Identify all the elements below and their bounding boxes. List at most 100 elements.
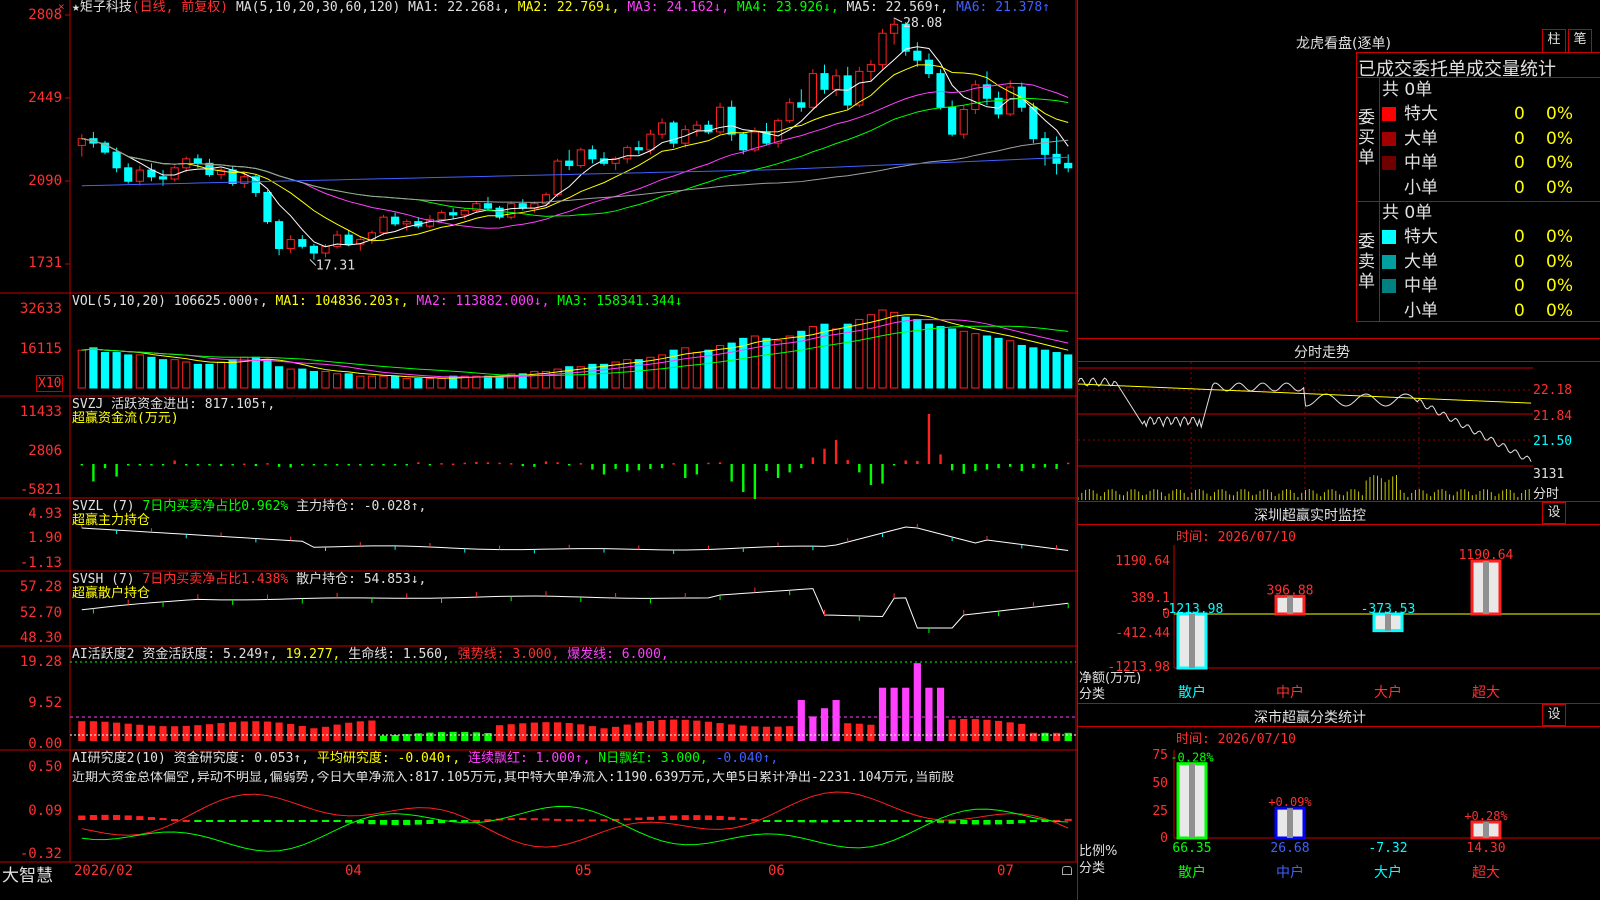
activity-bar bbox=[1018, 723, 1026, 741]
research-bar bbox=[878, 820, 887, 822]
activity-bar bbox=[588, 726, 597, 741]
classify-settings-button[interactable]: 设 bbox=[1542, 704, 1566, 726]
research-bar bbox=[983, 820, 991, 825]
candle bbox=[391, 216, 400, 225]
chart-canvas[interactable]: 28.08 17.31 bbox=[0, 0, 1077, 882]
flow-bar bbox=[173, 460, 176, 464]
brand-logo: 大智慧 bbox=[2, 866, 53, 886]
activity-bar bbox=[925, 687, 933, 741]
main-chart-area[interactable]: 28.08 17.31 ★矩子科技(日线, 前复权) MA(5,10,20,30,… bbox=[0, 0, 1077, 882]
ai1-ytick: 19.28 bbox=[19, 654, 62, 670]
candle bbox=[565, 160, 574, 167]
volume-bar bbox=[971, 333, 980, 389]
research-bar bbox=[159, 818, 167, 821]
volume-bar bbox=[274, 366, 284, 389]
candle bbox=[576, 149, 585, 167]
flow-bar bbox=[231, 464, 234, 466]
activity-bar bbox=[774, 726, 782, 741]
flow-bar bbox=[219, 464, 223, 467]
flow-bar bbox=[185, 464, 188, 466]
activity-bar bbox=[623, 724, 631, 741]
monitor-settings-button[interactable]: 设 bbox=[1542, 502, 1566, 524]
activity-bar bbox=[820, 708, 829, 741]
activity-bar bbox=[1064, 732, 1072, 741]
kline-header: ★矩子科技(日线, 前复权) MA(5,10,20,30,60,120) MA1… bbox=[72, 0, 1050, 15]
volume-bar bbox=[820, 323, 829, 389]
volume-bar bbox=[832, 328, 841, 389]
stock-name[interactable]: ★矩子科技 bbox=[72, 0, 132, 15]
volume-bar bbox=[634, 359, 643, 389]
activity-bar bbox=[298, 725, 306, 741]
bar-mode-button[interactable]: 柱 bbox=[1542, 29, 1566, 53]
candle bbox=[298, 239, 307, 247]
candle bbox=[460, 209, 469, 216]
sell-row: 特大 0 0% bbox=[1382, 225, 1600, 249]
svzl-ytick: 4.93 bbox=[28, 506, 62, 522]
candle bbox=[634, 147, 643, 151]
activity-bar bbox=[159, 726, 167, 741]
classify-chart: 75 50 25 0 -0.28% 66.35 散户 +0.09% 26.68 中户 -7.32 大户… bbox=[1152, 748, 1600, 881]
volume-bar bbox=[924, 323, 934, 389]
row-percent: 0% bbox=[1546, 227, 1573, 247]
activity-bar bbox=[983, 719, 991, 741]
research-bar bbox=[298, 820, 306, 822]
flow-bar bbox=[161, 464, 165, 466]
volume-bar bbox=[425, 378, 435, 389]
research-bar bbox=[426, 820, 434, 824]
candle bbox=[820, 73, 829, 90]
flow-bar bbox=[475, 461, 478, 464]
research-bar bbox=[240, 820, 248, 822]
volume-bar bbox=[158, 359, 168, 389]
activity-bar bbox=[101, 721, 109, 741]
volume-bar bbox=[298, 368, 307, 389]
ai1-header: AI活跃度2 资金活跃度: 5.249↑, 19.277, 生命线: 1.560… bbox=[72, 647, 669, 662]
research-bar bbox=[867, 820, 875, 822]
low-label: 17.31 bbox=[316, 259, 355, 274]
flow-bar bbox=[266, 463, 269, 465]
color-swatch bbox=[1382, 107, 1396, 121]
flow-bar bbox=[1043, 464, 1047, 468]
volume-bar bbox=[576, 366, 585, 389]
volume-bar bbox=[379, 375, 388, 389]
flow-bar bbox=[138, 464, 142, 466]
research-bar bbox=[263, 820, 272, 822]
flow-bar bbox=[950, 464, 954, 471]
row-percent: 0% bbox=[1546, 276, 1573, 296]
volume-bar bbox=[1064, 354, 1073, 389]
flow-bar bbox=[359, 464, 362, 466]
row-count: 0 bbox=[1514, 177, 1525, 198]
intraday-chart[interactable] bbox=[1078, 362, 1600, 502]
row-label: 特大 bbox=[1404, 104, 1438, 124]
volume-bar bbox=[982, 335, 992, 389]
research-bar bbox=[716, 816, 724, 820]
activity-bar bbox=[878, 687, 887, 741]
activity-bar bbox=[786, 726, 794, 741]
flow-bar bbox=[776, 464, 780, 478]
volume-bar bbox=[391, 375, 400, 389]
flow-bar bbox=[800, 464, 803, 469]
flow-bar bbox=[405, 464, 408, 466]
flow-bar bbox=[707, 462, 710, 465]
research-bar bbox=[971, 820, 979, 825]
buy-side-label: 委买单 bbox=[1358, 108, 1375, 168]
volume-bar bbox=[77, 349, 86, 389]
flow-bar bbox=[509, 463, 513, 465]
activity-bar bbox=[994, 720, 1003, 741]
retail-position-line bbox=[81, 588, 1069, 629]
flow-bar bbox=[962, 464, 965, 474]
intraday-ytick: 21.50 bbox=[1533, 434, 1573, 449]
classify-value-label: -7.32 bbox=[1368, 841, 1407, 856]
flow-bar bbox=[289, 464, 292, 468]
flow-bar bbox=[649, 464, 652, 469]
lock-icon[interactable] bbox=[1062, 866, 1072, 875]
flow-bar bbox=[1020, 464, 1023, 471]
candle bbox=[948, 106, 957, 135]
research-bar bbox=[681, 815, 689, 820]
research-bar bbox=[113, 814, 121, 820]
monitor-bar-label: 396.88 bbox=[1267, 583, 1314, 598]
xaxis-label: 2026/02 bbox=[74, 863, 134, 879]
stroke-mode-button[interactable]: 笔 bbox=[1568, 29, 1592, 53]
activity-bar bbox=[1041, 732, 1049, 741]
research-bar bbox=[890, 820, 898, 822]
activity-bar bbox=[1029, 732, 1037, 741]
